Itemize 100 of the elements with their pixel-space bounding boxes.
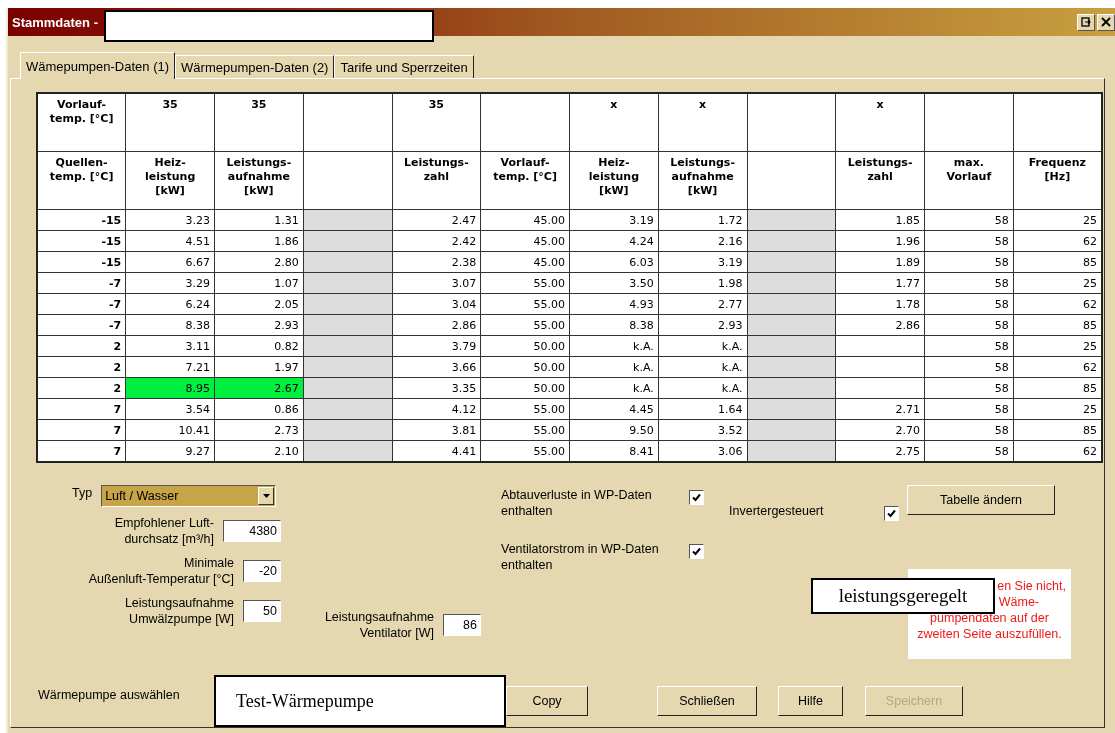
table-cell: 2 (37, 377, 126, 399)
column-header: x (835, 93, 925, 152)
table-cell: 2.70 (835, 419, 925, 441)
table-cell: 55.00 (480, 293, 570, 315)
column-header: 35 (392, 93, 481, 152)
table-cell: 55.00 (480, 398, 570, 420)
table-cell: 4.93 (569, 293, 659, 315)
table-cell: 3.66 (392, 356, 481, 378)
input-field[interactable]: 4380 (223, 520, 281, 542)
restore-icon (1081, 17, 1091, 27)
table-cell: k.A. (569, 335, 659, 357)
warning-text: zweiten Seite auszufüllen. (917, 626, 1062, 642)
table-cell: 4.45 (569, 398, 659, 420)
input-field[interactable]: 86 (443, 614, 481, 636)
table-cell: 58 (924, 398, 1014, 420)
table-cell: 7.21 (125, 356, 215, 378)
table-cell: 4.12 (392, 398, 481, 420)
table-cell: 2.38 (392, 251, 481, 273)
table-cell: 58 (924, 356, 1014, 378)
help-button[interactable]: Hilfe (778, 686, 843, 716)
checkbox[interactable] (689, 490, 704, 505)
table-cell: 10.41 (125, 419, 215, 441)
tab[interactable]: Tarife und Sperrzeiten (334, 55, 474, 78)
table-cell: 2 (37, 356, 126, 378)
tab[interactable]: Wärmepumpen-Daten (2) (175, 55, 335, 78)
checkbox[interactable] (689, 544, 704, 559)
table-cell: 2.16 (658, 230, 747, 252)
table-cell: 9.50 (569, 419, 659, 441)
close-button[interactable] (1097, 13, 1115, 31)
checkbox-label: Ventilatorstrom in WP-Daten enthalten (501, 541, 660, 573)
table-cell: k.A. (569, 356, 659, 378)
table-cell: 4.51 (125, 230, 215, 252)
table-cell: 50.00 (480, 356, 570, 378)
table-cell: 2.86 (392, 314, 481, 336)
warning-text: Wäme- (998, 594, 1040, 610)
table-cell: 55.00 (480, 419, 570, 441)
column-header: Vorlauf- temp. [°C] (37, 93, 126, 152)
checkbox[interactable] (884, 506, 899, 521)
table-cell: 2.86 (835, 314, 925, 336)
table-cell: 58 (924, 335, 1014, 357)
field-label: Empfohlener Luft- durchsatz [m³/h] (114, 515, 214, 547)
column-header: Quellen- temp. [°C] (37, 151, 126, 210)
table-cell: 1.07 (214, 272, 304, 294)
warning-text: en Sie nicht, (997, 578, 1067, 594)
table-cell: 45.00 (480, 230, 570, 252)
table-cell: 1.77 (835, 272, 925, 294)
type-dropdown[interactable]: Luft / Wasser (101, 485, 277, 507)
column-header: Heiz- leistung [kW] (569, 151, 659, 210)
column-header: Leistungs- zahl (835, 151, 925, 210)
column-header: Heiz- leistung [kW] (125, 151, 215, 210)
table-cell: 3.11 (125, 335, 215, 357)
column-header: max. Vorlauf (924, 151, 1014, 210)
table-cell: 45.00 (480, 209, 570, 231)
table-cell: 55.00 (480, 272, 570, 294)
checkbox-label: Abtauverluste in WP-Daten enthalten (501, 487, 653, 519)
table-cell: 8.38 (125, 314, 215, 336)
table-cell: 3.23 (125, 209, 215, 231)
table-cell: 6.24 (125, 293, 215, 315)
input-field[interactable]: -20 (243, 560, 281, 582)
table-cell: 3.19 (658, 251, 747, 273)
table-cell: 45.00 (480, 251, 570, 273)
table-cell: 1.64 (658, 398, 747, 420)
table-cell: -15 (37, 230, 126, 252)
close-icon (1101, 17, 1111, 27)
table-cell: 1.98 (658, 272, 747, 294)
column-header: x (658, 93, 747, 152)
table-cell: 1.97 (214, 356, 304, 378)
table-cell: 1.89 (835, 251, 925, 273)
copy-button[interactable]: Copy (506, 686, 588, 716)
table-cell: 1.72 (658, 209, 747, 231)
table-cell: 1.78 (835, 293, 925, 315)
table-cell: 7 (37, 398, 126, 420)
table-cell: 2.71 (835, 398, 925, 420)
table-cell: 3.29 (125, 272, 215, 294)
select-label: Wärmepumpe auswählen (38, 688, 181, 702)
selected-pump-field[interactable]: Test-Wärmepumpe (214, 675, 506, 727)
column-header: Vorlauf- temp. [°C] (480, 151, 570, 210)
column-header: Leistungs- zahl (392, 151, 481, 210)
window-title: Stammdaten - (12, 14, 98, 30)
table-cell: 58 (924, 419, 1014, 441)
table-cell: 2.47 (392, 209, 481, 231)
column-header: Leistungs- aufnahme [kW] (658, 151, 747, 210)
table-cell: 50.00 (480, 335, 570, 357)
restore-button[interactable] (1077, 13, 1095, 31)
table-cell: 1.31 (214, 209, 304, 231)
table-cell: 58 (924, 314, 1014, 336)
change-table-button[interactable]: Tabelle ändern (907, 485, 1055, 515)
column-header: x (569, 93, 659, 152)
close-dialog-button[interactable]: Schließen (657, 686, 757, 716)
table-cell: k.A. (658, 335, 747, 357)
table-cell: 2.93 (214, 314, 304, 336)
checkbox-label: Invertergesteuert (729, 503, 825, 519)
tab[interactable]: Wämepumpen-Daten (1) (20, 52, 176, 79)
table-cell: 3.79 (392, 335, 481, 357)
table-cell: 6.67 (125, 251, 215, 273)
input-field[interactable]: 50 (243, 600, 281, 622)
table-cell: 0.86 (214, 398, 304, 420)
table-cell: -7 (37, 293, 126, 315)
table-cell: 3.35 (392, 377, 481, 399)
table-cell: 3.07 (392, 272, 481, 294)
